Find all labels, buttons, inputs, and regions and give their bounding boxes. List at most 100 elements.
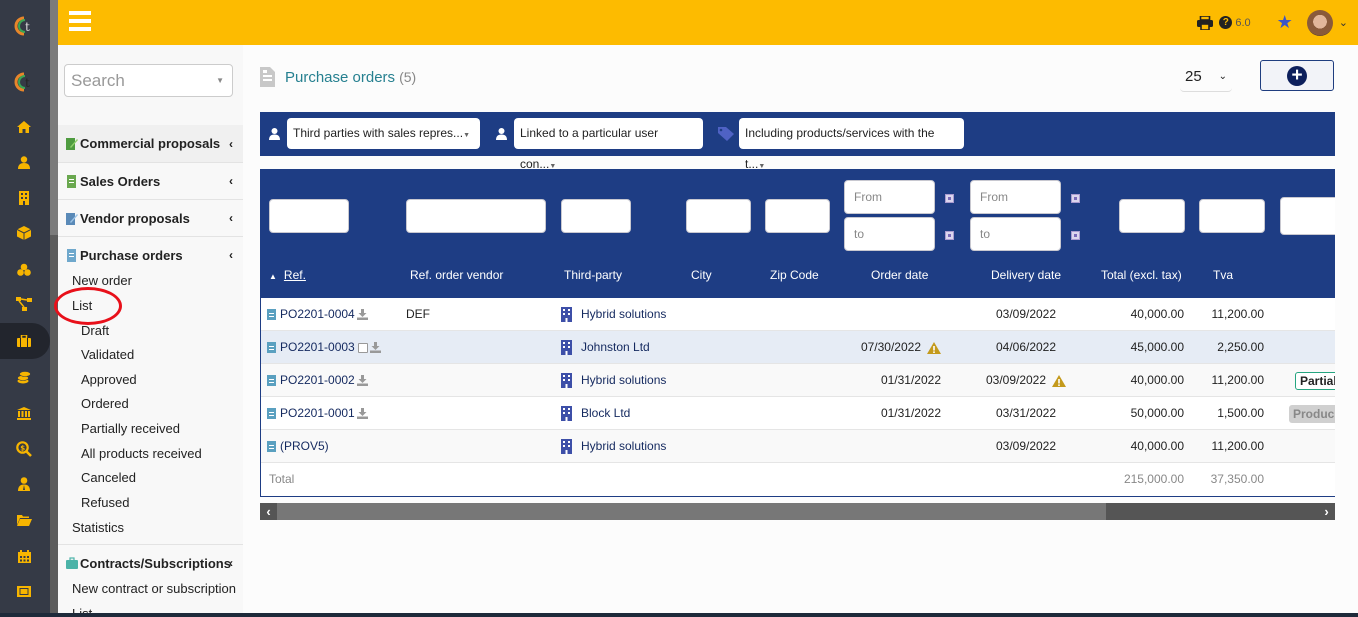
- menu-item-new-order[interactable]: New order: [72, 273, 132, 288]
- column-header-third-party[interactable]: Third-party: [564, 268, 622, 282]
- column-header-total[interactable]: Total (excl. tax): [1101, 268, 1182, 282]
- filter-tva-input[interactable]: [1199, 199, 1265, 233]
- column-header-ref[interactable]: ▲ Ref.: [269, 268, 306, 282]
- menu-section-vendor-proposals[interactable]: Vendor proposals ‹: [58, 199, 243, 236]
- menu-item-ordered[interactable]: Ordered: [81, 396, 129, 411]
- third-party-link[interactable]: Hybrid solutions: [581, 439, 666, 453]
- calendar-picker-icon[interactable]: [1071, 194, 1080, 203]
- order-date-from-input[interactable]: From: [844, 180, 935, 214]
- menu-item-partially-received[interactable]: Partially received: [81, 421, 180, 436]
- filter-third-party-input[interactable]: [561, 199, 631, 233]
- menu-item-refused[interactable]: Refused: [81, 495, 129, 510]
- page-limit-select[interactable]: 25 ⌄: [1180, 61, 1232, 92]
- workflow-icon[interactable]: [12, 294, 36, 314]
- filter-ref-input[interactable]: [269, 199, 349, 233]
- order-ref-link[interactable]: PO2201-0002: [280, 364, 355, 397]
- delivery-date-from-input[interactable]: From: [970, 180, 1061, 214]
- table-row[interactable]: PO2201-0001 Block Ltd 01/31/2022 03/31/2022…: [261, 397, 1335, 430]
- product-box-icon[interactable]: [12, 223, 36, 243]
- download-icon[interactable]: [356, 408, 368, 419]
- download-icon[interactable]: [356, 309, 368, 320]
- order-date-to-input[interactable]: to: [844, 217, 935, 251]
- proposal-icon: [66, 138, 78, 150]
- menu-item-contract-list[interactable]: List: [72, 606, 92, 613]
- ticket-icon[interactable]: [12, 581, 36, 601]
- menu-item-canceled[interactable]: Canceled: [81, 470, 136, 485]
- user-avatar[interactable]: [1306, 9, 1333, 36]
- bank-icon[interactable]: [12, 403, 36, 423]
- menu-item-draft[interactable]: Draft: [81, 323, 109, 338]
- filter-zip-input[interactable]: [765, 199, 830, 233]
- menu-item-approved[interactable]: Approved: [81, 372, 137, 387]
- menu-item-new-contract[interactable]: New contract or subscription: [72, 581, 236, 596]
- table-row[interactable]: PO2201-0004 DEF Hybrid solutions 03/09/2022…: [261, 298, 1335, 331]
- app-logo[interactable]: t: [12, 16, 38, 36]
- hr-user-icon[interactable]: [12, 474, 36, 494]
- column-header-order-date[interactable]: Order date: [871, 268, 928, 282]
- scroll-right-icon[interactable]: ›: [1318, 503, 1335, 520]
- menu-item-validated[interactable]: Validated: [81, 347, 134, 362]
- column-header-delivery-date[interactable]: Delivery date: [991, 268, 1061, 282]
- third-party-link[interactable]: Johnston Ltd: [581, 340, 650, 354]
- printer-icon[interactable]: [1197, 15, 1214, 30]
- new-purchase-order-button[interactable]: +: [1260, 60, 1334, 91]
- third-party-link[interactable]: Hybrid solutions: [581, 373, 666, 387]
- menu-section-contracts[interactable]: Contracts/Subscriptions ‹: [58, 544, 243, 581]
- delivery-date-to-input[interactable]: to: [970, 217, 1061, 251]
- menu-search-input[interactable]: Search ▼: [64, 64, 233, 97]
- scroll-left-icon[interactable]: ‹: [260, 503, 277, 520]
- sort-link-ref[interactable]: Ref.: [284, 268, 306, 282]
- table-row[interactable]: (PROV5) Hybrid solutions 03/09/2022 40,000.…: [261, 430, 1335, 463]
- filter-ref-vendor-input[interactable]: [406, 199, 546, 233]
- table-row[interactable]: PO2201-0003 Johnston Ltd 07/30/2022 04/06/2…: [261, 331, 1335, 364]
- home-icon[interactable]: [12, 117, 36, 137]
- menu-item-list[interactable]: List: [72, 298, 92, 313]
- money-search-icon[interactable]: $: [12, 439, 36, 459]
- linked-user-filter-select[interactable]: Linked to a particular user con...▼: [514, 118, 703, 171]
- third-party-cell: Hybrid solutions: [561, 430, 666, 463]
- menu-section-sales-orders[interactable]: Sales Orders ‹: [58, 162, 243, 199]
- third-party-link[interactable]: Block Ltd: [581, 406, 630, 420]
- table-header: From to From to ▲ Ref. Ref. order vendor …: [261, 170, 1335, 298]
- order-ref-link[interactable]: PO2201-0004: [280, 298, 355, 331]
- project-icon[interactable]: [12, 259, 36, 279]
- hamburger-menu-icon[interactable]: [69, 11, 91, 31]
- note-icon[interactable]: [357, 342, 368, 353]
- menu-section-purchase-orders[interactable]: Purchase orders ‹: [58, 236, 243, 273]
- filter-total-input[interactable]: [1119, 199, 1185, 233]
- product-tag-filter-select[interactable]: Including products/services with the t..…: [739, 118, 964, 171]
- column-header-zip[interactable]: Zip Code: [770, 268, 819, 282]
- calendar-picker-icon[interactable]: [945, 194, 954, 203]
- rail-scrollbar[interactable]: [50, 0, 58, 617]
- user-icon[interactable]: [12, 152, 36, 172]
- bookmark-star-icon[interactable]: ★: [1277, 12, 1293, 33]
- calendar-picker-icon[interactable]: [945, 231, 954, 240]
- column-header-tva[interactable]: Tva: [1213, 268, 1233, 282]
- calendar-icon[interactable]: [12, 546, 36, 566]
- scrollbar-thumb[interactable]: [277, 503, 1106, 520]
- order-ref-link[interactable]: (PROV5): [280, 430, 329, 463]
- order-ref-link[interactable]: PO2201-0001: [280, 397, 355, 430]
- column-header-city[interactable]: City: [691, 268, 712, 282]
- filter-status-select[interactable]: [1280, 197, 1335, 235]
- download-icon[interactable]: [356, 375, 368, 386]
- table-row[interactable]: PO2201-0002 Hybrid solutions 01/31/2022 03/…: [261, 364, 1335, 397]
- calendar-picker-icon[interactable]: [1071, 231, 1080, 240]
- horizontal-scrollbar[interactable]: ‹ ›: [260, 503, 1335, 520]
- user-menu-chevron-icon[interactable]: ⌄: [1339, 16, 1348, 29]
- sales-rep-filter-select[interactable]: Third parties with sales repres...▼: [287, 118, 480, 149]
- help-icon[interactable]: ?: [1219, 16, 1233, 29]
- folder-open-icon[interactable]: [12, 510, 36, 530]
- order-ref-link[interactable]: PO2201-0003: [280, 331, 355, 364]
- menu-section-commercial-proposals[interactable]: Commercial proposals ‹: [58, 125, 243, 162]
- coins-icon[interactable]: [12, 367, 36, 387]
- menu-item-statistics[interactable]: Statistics: [72, 520, 124, 535]
- company-logo[interactable]: t: [12, 72, 38, 92]
- briefcase-icon[interactable]: [12, 331, 36, 351]
- column-header-ref-vendor[interactable]: Ref. order vendor: [410, 268, 503, 282]
- download-icon[interactable]: [369, 342, 381, 353]
- third-party-link[interactable]: Hybrid solutions: [581, 307, 666, 321]
- filter-city-input[interactable]: [686, 199, 751, 233]
- building-icon[interactable]: [12, 188, 36, 208]
- menu-item-all-products-received[interactable]: All products received: [81, 446, 202, 461]
